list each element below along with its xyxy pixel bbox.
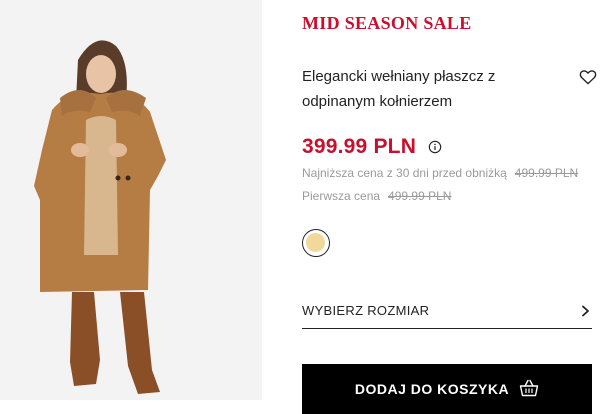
lowest-price-label: Najniższa cena z 30 dni przed obniżką — [302, 166, 507, 180]
price-row: 399.99 PLN — [302, 135, 442, 159]
first-price-value: 499.99 PLN — [388, 189, 452, 203]
first-price-label: Pierwsza cena — [302, 189, 381, 203]
heart-icon — [579, 70, 597, 85]
wishlist-button[interactable] — [578, 67, 598, 87]
sale-banner: MID SEASON SALE — [302, 13, 472, 33]
info-icon[interactable] — [428, 140, 442, 154]
add-to-cart-label: DODAJ DO KOSZYKA — [354, 381, 510, 397]
lowest-price-value: 499.99 PLN — [514, 166, 579, 180]
size-selector-label: WYBIERZ ROZMIAR — [302, 303, 430, 318]
color-swatch-fill — [306, 233, 325, 252]
basket-icon — [519, 379, 539, 397]
chevron-right-icon — [582, 305, 589, 317]
color-swatch[interactable] — [302, 229, 330, 257]
add-to-cart-button[interactable]: DODAJ DO KOSZYKA — [302, 364, 592, 414]
current-price: 399.99 PLN — [302, 135, 417, 158]
size-selector[interactable]: WYBIERZ ROZMIAR — [302, 294, 592, 329]
product-title: Elegancki wełniany płaszcz z odpinanym k… — [302, 68, 496, 110]
lowest-price-info: Najniższa cena z 30 dni przed obniżką 499… — [302, 166, 578, 180]
first-price-info: Pierwsza cena 499.99 PLN — [302, 189, 451, 203]
product-image[interactable] — [0, 0, 262, 400]
